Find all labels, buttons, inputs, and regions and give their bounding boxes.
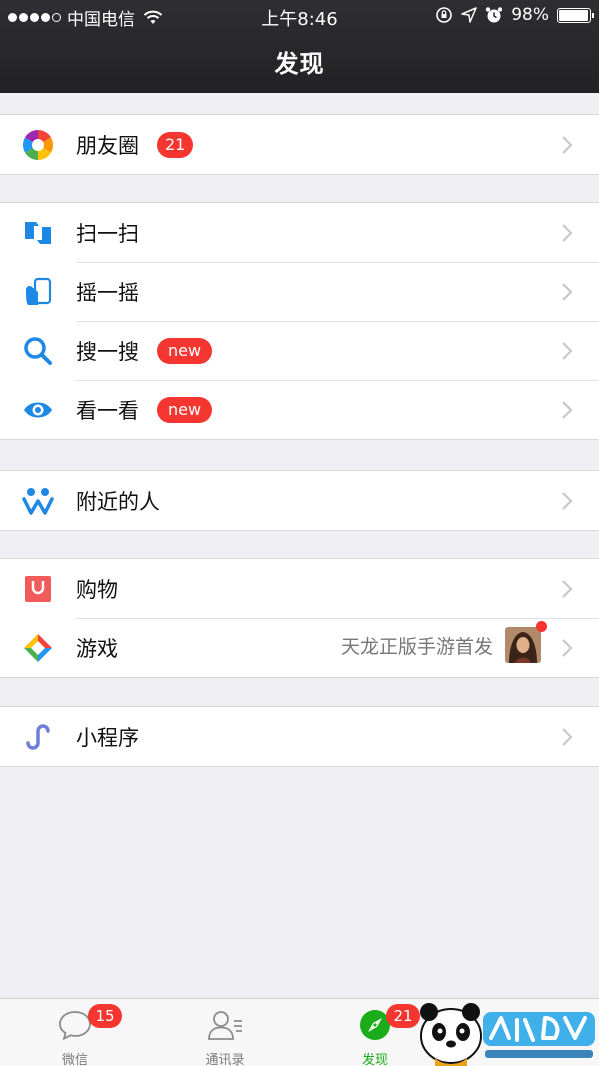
page-title: 发现	[274, 50, 325, 78]
chevron-right-icon	[562, 639, 573, 657]
list-item-label: 小程序	[76, 725, 139, 750]
tab-chats[interactable]: 15 微信	[0, 999, 150, 1066]
chevron-right-icon	[562, 283, 573, 301]
group-nearby: 附近的人	[0, 470, 599, 531]
alarm-icon	[486, 7, 503, 23]
notification-dot	[536, 621, 547, 632]
chevron-right-icon	[562, 401, 573, 419]
list-item-label: 附近的人	[76, 489, 160, 514]
list-item-scan[interactable]: 扫一扫	[0, 203, 599, 262]
list-item-label: 搜一搜	[76, 339, 139, 364]
chevron-right-icon	[562, 342, 573, 360]
unread-badge: 15	[88, 1004, 122, 1028]
group-discover-tools: 扫一扫 摇一摇 搜一搜 new 看一看 new	[0, 202, 599, 440]
search-icon	[22, 335, 54, 367]
list-item-mini-programs[interactable]: 小程序	[0, 707, 599, 766]
list-item-people-nearby[interactable]: 附近的人	[0, 471, 599, 530]
unread-badge: 21	[157, 131, 194, 158]
list-item-label: 看一看	[76, 398, 139, 423]
list-item-shopping[interactable]: 购物	[0, 559, 599, 618]
chevron-right-icon	[562, 728, 573, 746]
navigation-header: 中国电信 上午8:46 98% 发现	[0, 0, 599, 93]
list-item-label: 朋友圈	[76, 133, 139, 158]
chevron-right-icon	[562, 492, 573, 510]
rotation-lock-icon	[436, 7, 453, 23]
scan-icon	[22, 217, 54, 249]
chevron-right-icon	[562, 136, 573, 154]
tab-label: 微信	[61, 1053, 88, 1066]
group-mini-programs: 小程序	[0, 706, 599, 767]
game-promo-text: 天龙正版手游首发	[340, 635, 493, 658]
list-item-top-stories[interactable]: 看一看 new	[0, 380, 599, 439]
new-badge: new	[157, 396, 213, 423]
location-icon	[461, 7, 477, 23]
list-item-label: 游戏	[76, 636, 118, 661]
list-item-label: 摇一摇	[76, 280, 139, 305]
list-item-label: 购物	[76, 577, 118, 602]
battery-percent: 98%	[511, 5, 549, 25]
watermark-logo	[420, 1003, 595, 1066]
chevron-right-icon	[562, 224, 573, 242]
list-item-label: 扫一扫	[76, 221, 139, 246]
contacts-icon	[208, 1011, 242, 1040]
list-item-moments[interactable]: 朋友圈 21	[0, 115, 599, 174]
group-moments: 朋友圈 21	[0, 114, 599, 175]
mini-program-icon	[22, 721, 54, 753]
list-item-shake[interactable]: 摇一摇	[0, 262, 599, 321]
games-icon	[22, 632, 54, 664]
shake-icon	[22, 276, 54, 308]
moments-icon	[22, 129, 54, 161]
tab-contacts[interactable]: 通讯录	[150, 999, 300, 1066]
list-item-search[interactable]: 搜一搜 new	[0, 321, 599, 380]
chevron-right-icon	[562, 580, 573, 598]
new-badge: new	[157, 337, 213, 364]
eye-icon	[22, 394, 54, 426]
battery-icon	[557, 7, 594, 23]
group-shopping-games: 购物 游戏 天龙正版手游首发	[0, 558, 599, 678]
game-thumbnail	[505, 621, 547, 663]
list-item-games[interactable]: 游戏 天龙正版手游首发	[0, 618, 599, 677]
shopping-icon	[22, 573, 54, 605]
tab-label: 通讯录	[205, 1053, 245, 1066]
people-nearby-icon	[22, 485, 54, 517]
status-bar: 中国电信 上午8:46 98%	[0, 0, 599, 30]
